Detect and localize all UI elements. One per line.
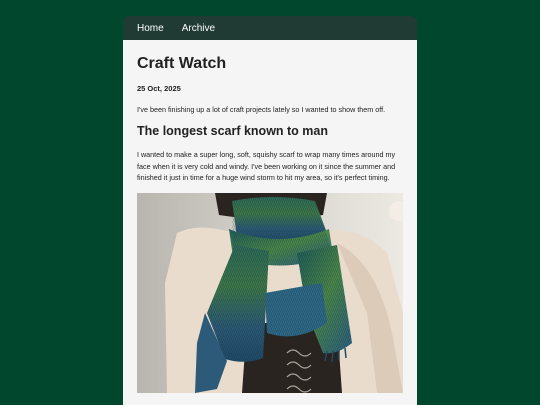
intro-text: I've been finishing up a lot of craft pr…	[137, 105, 386, 114]
post-body: I wanted to make a super long, soft, squ…	[137, 150, 396, 182]
nav-home-link[interactable]: Home	[137, 23, 164, 34]
blog-page: Home Archive Craft Watch 25 Oct, 2025 I'…	[123, 16, 417, 405]
post-title: The longest scarf known to man	[137, 124, 328, 138]
main-content: Craft Watch 25 Oct, 2025 I've been finis…	[123, 40, 417, 405]
top-navbar: Home Archive	[123, 16, 417, 40]
nav-archive-link[interactable]: Archive	[182, 23, 215, 34]
site-title: Craft Watch	[137, 55, 227, 72]
scarf-photo	[137, 192, 403, 393]
post-date: 25 Oct, 2025	[137, 84, 181, 93]
